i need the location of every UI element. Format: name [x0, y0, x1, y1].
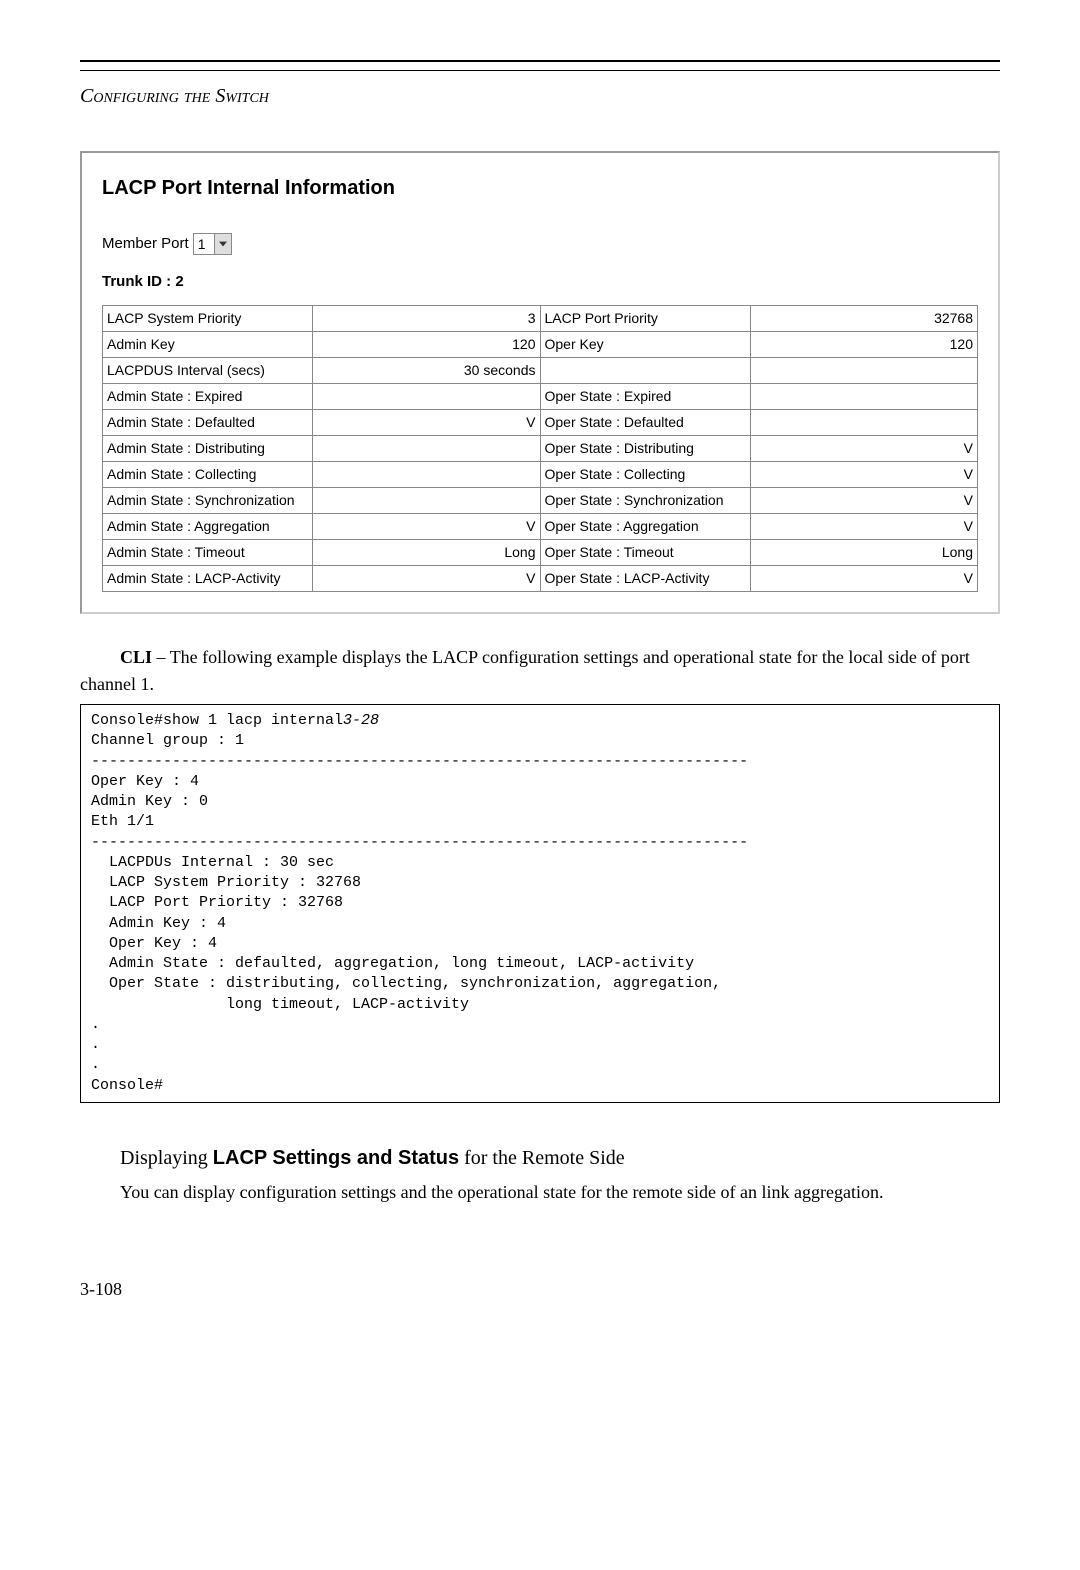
param-label: Oper State : Distributing — [540, 436, 750, 462]
trunk-id-label: Trunk ID : 2 — [102, 271, 978, 294]
param-label: Oper State : Defaulted — [540, 410, 750, 436]
param-label: LACP Port Priority — [540, 306, 750, 332]
member-port-select[interactable]: 1 — [193, 233, 232, 255]
section-heading-post: for the Remote Side — [459, 1147, 625, 1169]
param-value — [313, 488, 541, 514]
header-rule-thick — [80, 60, 1000, 62]
section-heading-bold: LACP Settings and Status — [213, 1147, 459, 1169]
param-label: Admin Key — [103, 332, 313, 358]
chevron-down-icon — [214, 234, 231, 254]
param-value: 32768 — [750, 306, 978, 332]
param-label: Admin State : Synchronization — [103, 488, 313, 514]
member-port-row: Member Port 1 — [102, 233, 978, 256]
param-label: LACP System Priority — [103, 306, 313, 332]
param-label: Oper State : Synchronization — [540, 488, 750, 514]
page-number: 3-108 — [80, 1276, 1000, 1303]
param-label: Admin State : LACP-Activity — [103, 566, 313, 592]
param-value: 30 seconds — [313, 358, 541, 384]
param-value: 120 — [750, 332, 978, 358]
panel-title: LACP Port Internal Information — [102, 173, 978, 203]
table-row: LACP System Priority3LACP Port Priority3… — [103, 306, 978, 332]
param-value: V — [750, 462, 978, 488]
param-value — [750, 358, 978, 384]
param-value: 3 — [313, 306, 541, 332]
cli-output-box: Console#show 1 lacp internal3-28 Channel… — [80, 704, 1000, 1103]
cli-output-text: Channel group : 1 ----------------------… — [91, 732, 748, 1093]
param-value — [750, 384, 978, 410]
param-label: Admin State : Expired — [103, 384, 313, 410]
param-label: Admin State : Distributing — [103, 436, 313, 462]
param-value: V — [750, 488, 978, 514]
table-row: Admin Key120Oper Key120 — [103, 332, 978, 358]
table-row: Admin State : Synchronization Oper State … — [103, 488, 978, 514]
param-label: Oper State : LACP-Activity — [540, 566, 750, 592]
member-port-label: Member Port — [102, 233, 189, 256]
lacp-panel: LACP Port Internal Information Member Po… — [80, 151, 1000, 614]
header-rule-thin — [80, 70, 1000, 71]
param-value: V — [313, 566, 541, 592]
param-value: V — [313, 410, 541, 436]
param-label: Admin State : Collecting — [103, 462, 313, 488]
section-heading-pre: Displaying — [120, 1147, 213, 1169]
param-label: Oper State : Aggregation — [540, 514, 750, 540]
cli-intro-rest: – The following example displays the LAC… — [80, 647, 970, 694]
param-value: V — [750, 436, 978, 462]
param-value — [750, 410, 978, 436]
table-row: Admin State : Distributing Oper State : D… — [103, 436, 978, 462]
param-label: Oper State : Timeout — [540, 540, 750, 566]
param-value: V — [313, 514, 541, 540]
table-row: LACPDUS Interval (secs)30 seconds — [103, 358, 978, 384]
param-value: V — [750, 514, 978, 540]
member-port-value: 1 — [194, 234, 214, 255]
param-value — [313, 462, 541, 488]
cli-label: CLI — [120, 647, 152, 667]
table-row: Admin State : Expired Oper State : Expire… — [103, 384, 978, 410]
param-label — [540, 358, 750, 384]
param-value: V — [750, 566, 978, 592]
table-row: Admin State : DefaultedVOper State : Def… — [103, 410, 978, 436]
cli-cmd: Console#show 1 lacp internal — [91, 712, 343, 729]
param-value — [313, 384, 541, 410]
param-label: Admin State : Timeout — [103, 540, 313, 566]
param-value: 120 — [313, 332, 541, 358]
param-label: Admin State : Defaulted — [103, 410, 313, 436]
table-row: Admin State : AggregationVOper State : A… — [103, 514, 978, 540]
param-label: Oper State : Collecting — [540, 462, 750, 488]
param-label: Admin State : Aggregation — [103, 514, 313, 540]
cli-page-ref: 3-28 — [343, 712, 379, 729]
param-label: Oper Key — [540, 332, 750, 358]
cli-intro-text: CLI – The following example displays the… — [80, 644, 1000, 698]
table-row: Admin State : Collecting Oper State : Col… — [103, 462, 978, 488]
section-heading: Displaying LACP Settings and Status for … — [80, 1143, 1000, 1173]
param-label: Oper State : Expired — [540, 384, 750, 410]
param-value — [313, 436, 541, 462]
table-row: Admin State : TimeoutLongOper State : Ti… — [103, 540, 978, 566]
param-value: Long — [313, 540, 541, 566]
param-label: LACPDUS Interval (secs) — [103, 358, 313, 384]
param-value: Long — [750, 540, 978, 566]
lacp-info-table: LACP System Priority3LACP Port Priority3… — [102, 305, 978, 592]
section-body-text: You can display configuration settings a… — [80, 1179, 1000, 1206]
page-header: Configuring the Switch — [80, 81, 1000, 111]
table-row: Admin State : LACP-ActivityVOper State :… — [103, 566, 978, 592]
